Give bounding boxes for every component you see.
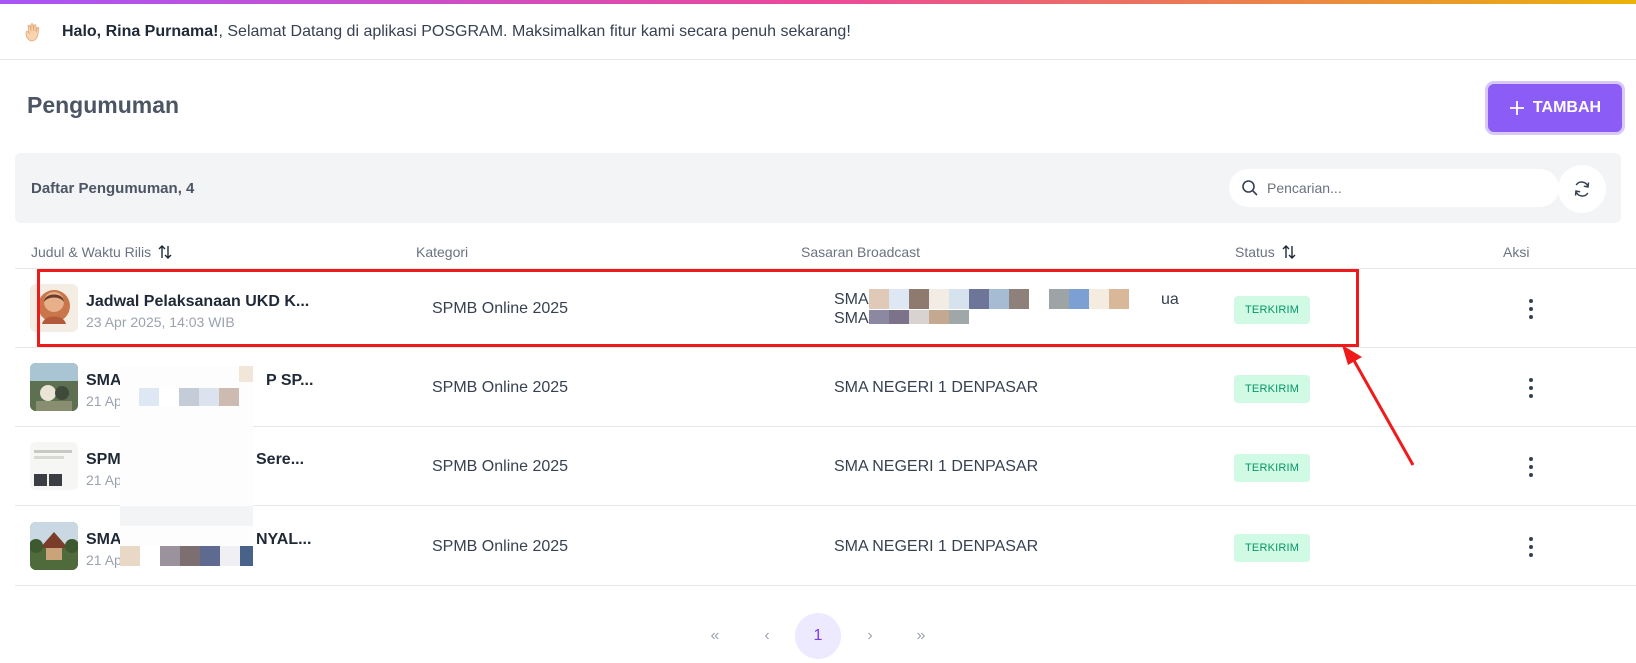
refresh-button[interactable] [1558, 165, 1606, 213]
sort-icon [1282, 245, 1296, 259]
more-vertical-icon[interactable] [1521, 535, 1541, 559]
header-title-time[interactable]: Judul & Waktu Rilis [31, 244, 173, 260]
wave-hand-icon [22, 21, 44, 43]
pagination: « ‹ 1 › » [0, 613, 1636, 663]
header-status-label: Status [1235, 244, 1275, 260]
redacted-block [139, 388, 239, 406]
search-input[interactable] [1267, 180, 1537, 196]
prev-page-button[interactable]: ‹ [744, 613, 790, 659]
status-badge: TERKIRIM [1234, 375, 1311, 403]
header-action: Aksi [1503, 244, 1530, 260]
welcome-message: , Selamat Datang di aplikasi POSGRAM. Ma… [218, 22, 851, 40]
status-badge: TERKIRIM [1234, 534, 1311, 562]
header-status[interactable]: Status [1235, 244, 1297, 260]
highlight-box [37, 269, 1359, 347]
row-title-start: SMA [86, 372, 122, 389]
add-button[interactable]: TAMBAH [1488, 84, 1622, 132]
welcome-greeting: Halo, Rina Purnama! [62, 22, 219, 40]
row-target: SMA NEGERI 1 DENPASAR [834, 458, 1039, 475]
plus-icon [1509, 101, 1524, 115]
row-thumbnail [30, 522, 78, 570]
row-thumbnail [30, 442, 78, 490]
more-vertical-icon[interactable] [1521, 455, 1541, 479]
row-thumbnail [30, 363, 78, 411]
table-header: Judul & Waktu Rilis Kategori Sasaran Bro… [15, 235, 1636, 269]
page-1-button[interactable]: 1 [795, 613, 841, 659]
row-title-start: SMA [86, 531, 122, 548]
arrow-icon [1342, 345, 1415, 466]
last-page-button[interactable]: » [898, 613, 944, 659]
row-title-end: Sere... [256, 451, 305, 468]
redacted-block [120, 546, 253, 566]
first-page-button[interactable]: « [692, 613, 738, 659]
row-target: SMA NEGERI 1 DENPASAR [834, 538, 1039, 555]
header-title-time-label: Judul & Waktu Rilis [31, 244, 152, 260]
row-release-time: 21 Ap [86, 552, 122, 568]
search-box[interactable] [1229, 169, 1559, 207]
header-category: Kategori [416, 244, 469, 260]
list-count-label: Daftar Pengumuman, 4 [31, 180, 195, 197]
add-button-label: TAMBAH [1532, 99, 1602, 116]
sort-icon [158, 245, 172, 259]
welcome-banner: Halo, Rina Purnama!, Selamat Datang di a… [0, 4, 1636, 60]
table-row[interactable]: SMA NYAL... 21 Ap SPMB Online 2025 SMA N… [15, 507, 1636, 586]
row-title-start: SPM [86, 451, 121, 468]
row-target: SMA NEGERI 1 DENPASAR [834, 379, 1039, 396]
status-badge: TERKIRIM [1234, 454, 1311, 482]
header-target: Sasaran Broadcast [801, 244, 921, 260]
next-page-button[interactable]: › [847, 613, 893, 659]
search-icon [1242, 180, 1258, 196]
more-vertical-icon[interactable] [1521, 376, 1541, 400]
redacted-block [120, 506, 253, 526]
more-vertical-icon[interactable] [1521, 297, 1541, 321]
redacted-block [239, 366, 253, 382]
row-category: SPMB Online 2025 [432, 538, 569, 555]
list-header: Daftar Pengumuman, 4 [15, 153, 1621, 223]
refresh-icon [1574, 181, 1590, 197]
row-title-end: NYAL... [256, 531, 312, 548]
row-title-end: P SP... [266, 372, 314, 389]
row-category: SPMB Online 2025 [432, 379, 569, 396]
row-category: SPMB Online 2025 [432, 458, 569, 475]
page-title: Pengumuman [27, 92, 180, 118]
